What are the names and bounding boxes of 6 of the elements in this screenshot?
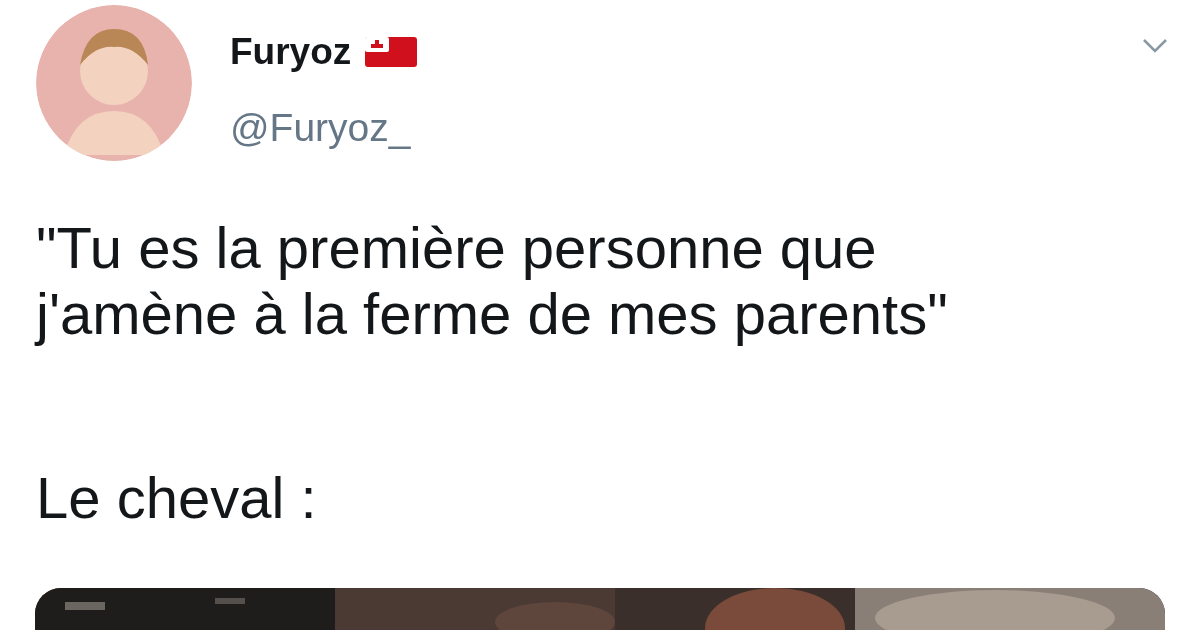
author-name[interactable]: Furyoz (230, 33, 352, 70)
flag-icon (365, 36, 418, 67)
tweet-text: "Tu es la première personne que j'amène à la ferme de mes parents" (36, 215, 949, 347)
chevron-icon[interactable] (1142, 38, 1168, 54)
author-handle[interactable]: @Furyoz_ (230, 108, 418, 147)
tweet-text: Le cheval : (36, 465, 318, 531)
